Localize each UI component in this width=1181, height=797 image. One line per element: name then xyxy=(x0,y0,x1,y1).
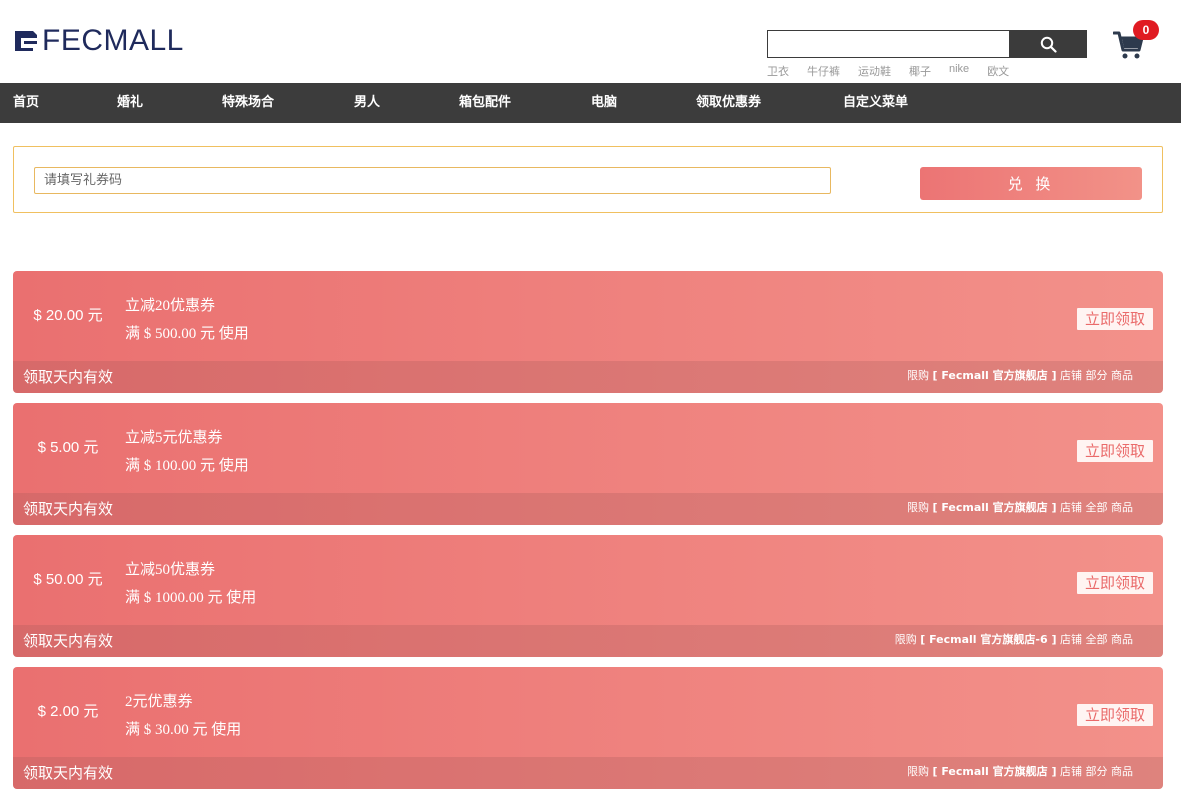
coupon-footer: 领取天内有效 限购 [ Fecmall 官方旗舰店 ] 店铺 部分 商品 xyxy=(13,757,1163,789)
coupon-title: 立减20优惠券 xyxy=(125,298,216,314)
hotword-link[interactable]: 牛仔裤 xyxy=(807,63,840,79)
coupon-amount: $ 50.00 元 xyxy=(33,571,103,588)
nav-item-men[interactable]: 男人 xyxy=(354,83,380,123)
coupon-amount: $ 20.00 元 xyxy=(33,307,103,324)
hotword-link[interactable]: 椰子 xyxy=(909,63,931,79)
coupon-condition: 满 $ 1000.00 元 使用 xyxy=(125,590,257,606)
site-header: FECMALL 卫衣 牛仔裤 运动鞋 椰子 nike 欧文 0 xyxy=(0,0,1181,83)
coupon-validity: 领取天内有效 xyxy=(23,764,114,782)
coupon-main: $ 2.00 元 2元优惠券 满 $ 30.00 元 使用 立即领取 xyxy=(13,667,1163,757)
claim-coupon-button[interactable]: 立即领取 xyxy=(1076,440,1153,462)
coupon-main: $ 50.00 元 立减50优惠券 满 $ 1000.00 元 使用 立即领取 xyxy=(13,535,1163,625)
coupon-scope-store: [ Fecmall 官方旗舰店 ] xyxy=(932,501,1057,514)
coupon-scope: 限购 [ Fecmall 官方旗舰店 ] 店铺 部分 商品 xyxy=(907,361,1133,393)
logo-text: FECMALL xyxy=(42,24,184,57)
search-bar xyxy=(767,30,1087,58)
coupon-card: $ 50.00 元 立减50优惠券 满 $ 1000.00 元 使用 立即领取 … xyxy=(13,535,1163,657)
coupon-title: 立减5元优惠券 xyxy=(125,430,223,446)
coupon-scope-suffix: 店铺 部分 商品 xyxy=(1060,369,1133,382)
coupon-condition: 满 $ 30.00 元 使用 xyxy=(125,722,242,738)
claim-coupon-button[interactable]: 立即领取 xyxy=(1076,704,1153,726)
coupon-card: $ 2.00 元 2元优惠券 满 $ 30.00 元 使用 立即领取 领取天内有… xyxy=(13,667,1163,789)
hot-search-words: 卫衣 牛仔裤 运动鞋 椰子 nike 欧文 xyxy=(767,63,1027,79)
nav-item-custom-menu[interactable]: 自定义菜单 xyxy=(843,83,908,123)
redeem-coupon-panel: 兑 换 xyxy=(13,146,1163,213)
coupon-scope-prefix: 限购 xyxy=(894,633,917,646)
nav-item-computers[interactable]: 电脑 xyxy=(591,83,617,123)
coupon-scope-prefix: 限购 xyxy=(906,369,929,382)
coupon-scope-suffix: 店铺 部分 商品 xyxy=(1060,765,1133,778)
coupon-amount: $ 2.00 元 xyxy=(37,703,99,720)
coupon-scope-store: [ Fecmall 官方旗舰店 ] xyxy=(932,369,1057,382)
coupon-scope: 限购 [ Fecmall 官方旗舰店 ] 店铺 部分 商品 xyxy=(907,757,1133,789)
claim-coupon-button[interactable]: 立即领取 xyxy=(1076,308,1153,330)
search-input[interactable] xyxy=(767,30,1009,58)
coupon-code-input[interactable] xyxy=(34,167,831,194)
coupon-validity: 领取天内有效 xyxy=(23,368,114,386)
coupon-condition: 满 $ 100.00 元 使用 xyxy=(125,458,249,474)
hotword-link[interactable]: 卫衣 xyxy=(767,63,789,79)
redeem-button[interactable]: 兑 换 xyxy=(920,167,1142,200)
search-button[interactable] xyxy=(1009,30,1087,58)
coupon-scope-suffix: 店铺 全部 商品 xyxy=(1060,633,1133,646)
coupon-main: $ 20.00 元 立减20优惠券 满 $ 500.00 元 使用 立即领取 xyxy=(13,271,1163,361)
cart-count-badge: 0 xyxy=(1133,20,1159,40)
hotword-link[interactable]: nike xyxy=(949,63,969,79)
coupon-validity: 领取天内有效 xyxy=(23,500,114,518)
claim-coupon-button[interactable]: 立即领取 xyxy=(1076,572,1153,594)
site-logo[interactable]: FECMALL xyxy=(13,24,184,57)
coupon-footer: 领取天内有效 限购 [ Fecmall 官方旗舰店-6 ] 店铺 全部 商品 xyxy=(13,625,1163,657)
logo-icon xyxy=(15,31,37,51)
coupon-condition: 满 $ 500.00 元 使用 xyxy=(125,326,249,342)
coupon-scope-suffix: 店铺 全部 商品 xyxy=(1060,501,1133,514)
coupon-footer: 领取天内有效 限购 [ Fecmall 官方旗舰店 ] 店铺 部分 商品 xyxy=(13,361,1163,393)
coupon-title: 立减50优惠券 xyxy=(125,562,216,578)
hotword-link[interactable]: 运动鞋 xyxy=(858,63,891,79)
nav-item-special-occasions[interactable]: 特殊场合 xyxy=(222,83,274,123)
coupon-scope: 限购 [ Fecmall 官方旗舰店-6 ] 店铺 全部 商品 xyxy=(895,625,1133,657)
main-navigation: 首页 婚礼 特殊场合 男人 箱包配件 电脑 领取优惠券 自定义菜单 xyxy=(0,83,1181,123)
hotword-link[interactable]: 欧文 xyxy=(987,63,1009,79)
coupon-footer: 领取天内有效 限购 [ Fecmall 官方旗舰店 ] 店铺 全部 商品 xyxy=(13,493,1163,525)
coupon-amount: $ 5.00 元 xyxy=(37,439,99,456)
coupon-scope-store: [ Fecmall 官方旗舰店 ] xyxy=(932,765,1057,778)
coupon-scope-prefix: 限购 xyxy=(906,501,929,514)
nav-item-get-coupons[interactable]: 领取优惠券 xyxy=(696,83,761,123)
nav-item-bags-accessories[interactable]: 箱包配件 xyxy=(459,83,511,123)
coupon-card: $ 20.00 元 立减20优惠券 满 $ 500.00 元 使用 立即领取 领… xyxy=(13,271,1163,393)
coupon-main: $ 5.00 元 立减5元优惠券 满 $ 100.00 元 使用 立即领取 xyxy=(13,403,1163,493)
coupon-card: $ 5.00 元 立减5元优惠券 满 $ 100.00 元 使用 立即领取 领取… xyxy=(13,403,1163,525)
coupon-scope-store: [ Fecmall 官方旗舰店-6 ] xyxy=(920,633,1057,646)
coupon-scope: 限购 [ Fecmall 官方旗舰店 ] 店铺 全部 商品 xyxy=(907,493,1133,525)
coupon-title: 2元优惠券 xyxy=(125,694,193,710)
nav-item-home[interactable]: 首页 xyxy=(13,83,39,123)
coupon-scope-prefix: 限购 xyxy=(906,765,929,778)
nav-item-wedding[interactable]: 婚礼 xyxy=(117,83,143,123)
search-icon xyxy=(1040,36,1057,53)
coupon-validity: 领取天内有效 xyxy=(23,632,114,650)
